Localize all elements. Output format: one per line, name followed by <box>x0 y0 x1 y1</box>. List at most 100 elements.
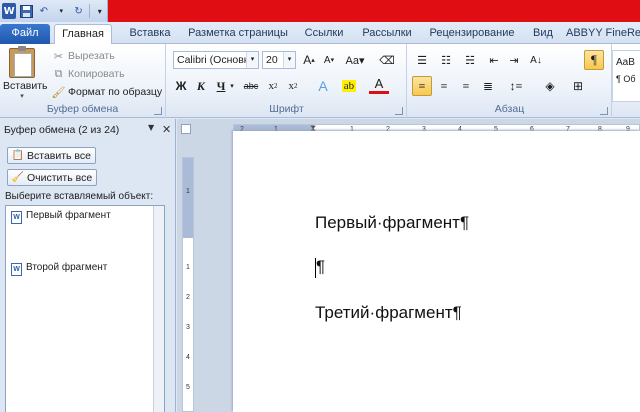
save-icon[interactable] <box>19 3 34 19</box>
paragraph-group: ☰ ☷ ☵ ⇤ ⇥ A↓ ¶ ≡ ≡ ≡ ≣ ↕≡ ◈ ⊞ Абзац <box>408 44 612 118</box>
font-dialog-launcher-icon[interactable] <box>395 107 403 115</box>
paste-all-label: Вставить все <box>27 149 91 162</box>
multilevel-list-icon[interactable]: ☵ <box>460 50 480 70</box>
pane-options-icon[interactable]: ▼ <box>148 123 154 132</box>
font-family-combo[interactable]: Calibri (Основн ▾ <box>173 51 259 69</box>
paste-label: Вставить <box>3 80 48 92</box>
tab-home[interactable]: Главная <box>54 24 112 44</box>
line-spacing-icon[interactable]: ↕≡ <box>506 76 526 96</box>
tab-abbyy[interactable]: ABBYY FineRe <box>566 24 640 44</box>
borders-icon[interactable]: ⊞ <box>568 76 588 96</box>
font-color-icon[interactable]: A <box>369 76 389 94</box>
paragraph-group-label: Абзац <box>494 103 525 115</box>
ruler-tick: 1 <box>186 264 190 271</box>
paragraph-2-text: ¶ <box>316 257 326 276</box>
align-center-icon[interactable]: ≡ <box>434 76 454 96</box>
paragraph-1[interactable]: Первый·фрагмент¶ <box>315 213 469 233</box>
tab-view[interactable]: Вид <box>528 24 558 44</box>
ribbon: Вставить ▾ ✂ Вырезать ⧉ Копировать 🖌 Фор… <box>0 44 640 118</box>
ruler-tick: 4 <box>186 354 190 361</box>
strikethrough-icon[interactable]: abc <box>241 76 261 96</box>
style-sample: AaB <box>616 57 635 68</box>
show-formatting-marks-icon[interactable]: ¶ <box>584 50 604 70</box>
undo-icon[interactable]: ↶ <box>37 3 51 19</box>
underline-dropdown-icon[interactable]: ▾ <box>227 76 237 96</box>
document-page[interactable]: Первый·фрагмент¶ ¶ Третий·фрагмент¶ <box>233 131 640 412</box>
scissors-icon: ✂ <box>53 50 64 63</box>
ruler-tick: 2 <box>186 294 190 301</box>
font-size-dropdown-icon[interactable]: ▾ <box>283 52 295 68</box>
copy-button[interactable]: ⧉ Копировать <box>52 66 125 82</box>
title-bar: W ↶ ▾ ↻ ▾ <box>0 0 640 22</box>
pane-close-icon[interactable]: ✕ <box>162 123 171 136</box>
align-right-icon[interactable]: ≡ <box>456 76 476 96</box>
pane-scrollbar[interactable] <box>153 206 164 412</box>
tab-review[interactable]: Рецензирование <box>424 24 520 44</box>
clipboard-item-text: Первый фрагмент <box>26 210 111 221</box>
clear-all-icon: 🧹 <box>11 172 25 183</box>
ruler-tick: 3 <box>186 324 190 331</box>
font-group-label: Шрифт <box>269 103 304 115</box>
shading-icon[interactable]: ◈ <box>540 76 560 96</box>
highlight-icon[interactable]: ab <box>339 76 359 96</box>
customize-toolbar-icon[interactable]: ▾ <box>93 3 107 19</box>
copy-label: Копировать <box>68 68 125 80</box>
font-size-combo[interactable]: 20 ▾ <box>262 51 296 69</box>
clipboard-item[interactable]: W Первый фрагмент <box>11 210 111 224</box>
tab-insert[interactable]: Вставка <box>120 24 180 44</box>
numbering-icon[interactable]: ☷ <box>436 50 456 70</box>
paste-all-button[interactable]: 📋 Вставить все <box>7 147 96 164</box>
tab-page-layout[interactable]: Разметка страницы <box>184 24 292 44</box>
paragraph-2[interactable]: ¶ <box>315 257 325 278</box>
paintbrush-icon: 🖌 <box>51 86 66 99</box>
superscript-icon[interactable]: x2 <box>283 76 303 96</box>
tab-selector[interactable] <box>181 124 191 134</box>
clipboard-dialog-launcher-icon[interactable] <box>154 107 162 115</box>
quick-access-toolbar: W ↶ ▾ ↻ ▾ <box>0 0 108 22</box>
font-size-value: 20 <box>266 54 278 66</box>
bold-icon[interactable]: Ж <box>171 76 191 96</box>
clear-all-button[interactable]: 🧹 Очистить все <box>7 169 98 186</box>
tab-mailings[interactable]: Рассылки <box>356 24 418 44</box>
word-logo-icon[interactable]: W <box>2 3 17 19</box>
change-case-icon[interactable]: Aa▾ <box>345 50 365 70</box>
paragraph-dialog-launcher-icon[interactable] <box>600 107 608 115</box>
shrink-font-icon[interactable]: A ▾ <box>319 50 339 70</box>
redo-icon[interactable]: ↻ <box>71 3 85 19</box>
bullets-icon[interactable]: ☰ <box>412 50 432 70</box>
subscript-icon[interactable]: x2 <box>263 76 283 96</box>
decrease-indent-icon[interactable]: ⇤ <box>484 50 504 70</box>
align-left-icon[interactable]: ≡ <box>412 76 432 96</box>
tab-references[interactable]: Ссылки <box>298 24 350 44</box>
styles-gallery[interactable]: AaB ¶ Об <box>612 50 640 102</box>
paste-all-icon: 📋 <box>11 150 25 161</box>
paste-button[interactable]: Вставить ▾ <box>3 46 48 102</box>
clipboard-item[interactable]: W Второй фрагмент <box>11 262 107 276</box>
word-document-icon: W <box>11 263 22 276</box>
clear-all-label: Очистить все <box>27 171 93 184</box>
clear-formatting-icon[interactable]: ⌫ <box>377 50 397 70</box>
font-group: Calibri (Основн ▾ 20 ▾ A ▴ A ▾ Aa▾ ⌫ Ж К Ч… <box>167 44 407 118</box>
pane-hint: Выберите вставляемый объект: <box>5 191 154 202</box>
format-painter-label: Формат по образцу <box>68 86 163 98</box>
style-name: ¶ Об <box>616 74 636 84</box>
clipboard-item-text: Второй фрагмент <box>26 262 108 273</box>
ruler-top-margin <box>183 158 193 238</box>
paste-dropdown-icon[interactable]: ▾ <box>3 92 41 100</box>
grow-font-icon[interactable]: A ▴ <box>299 50 319 70</box>
word-document-icon: W <box>11 211 22 224</box>
justify-icon[interactable]: ≣ <box>478 76 498 96</box>
clipboard-pane: Буфер обмена (2 из 24) ▼ ✕ 📋 Вставить вс… <box>0 119 176 412</box>
cut-button[interactable]: ✂ Вырезать <box>52 48 115 64</box>
format-painter-button[interactable]: 🖌 Формат по образцу <box>51 84 163 100</box>
vertical-ruler[interactable]: 1 1 2 3 4 5 <box>182 157 194 412</box>
tab-file[interactable]: Файл <box>0 24 50 44</box>
text-effects-icon[interactable]: A <box>313 76 333 96</box>
italic-icon[interactable]: К <box>191 76 211 96</box>
font-family-dropdown-icon[interactable]: ▾ <box>246 52 258 68</box>
increase-indent-icon[interactable]: ⇥ <box>504 50 524 70</box>
paragraph-3[interactable]: Третий·фрагмент¶ <box>315 303 462 323</box>
ribbon-tabs: Файл Главная Вставка Разметка страницы С… <box>0 22 640 44</box>
sort-icon[interactable]: A↓ <box>526 50 546 70</box>
undo-dropdown-icon[interactable]: ▾ <box>54 3 68 19</box>
